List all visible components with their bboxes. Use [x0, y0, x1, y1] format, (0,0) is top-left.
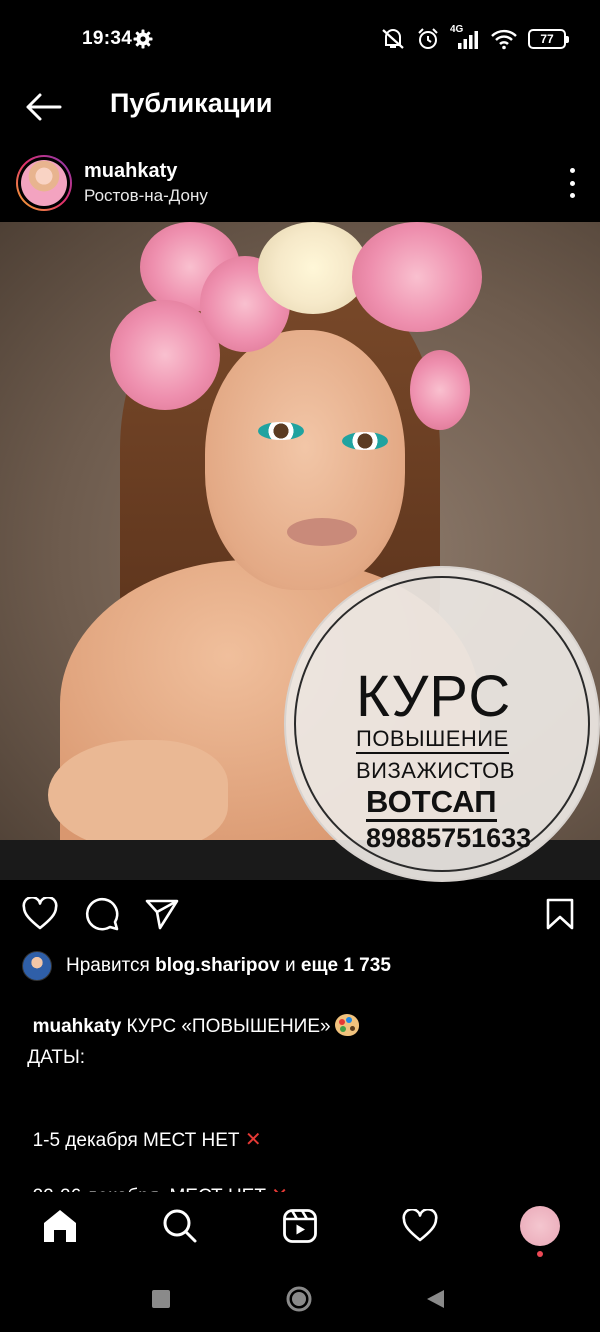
mute-vibrate-icon — [382, 29, 404, 49]
nav-search[interactable] — [158, 1204, 202, 1248]
likes-others[interactable]: еще 1 735 — [301, 955, 391, 977]
wifi-icon — [491, 29, 517, 50]
post-location[interactable]: Ростов-на-Дону — [84, 186, 208, 206]
comment-button[interactable] — [82, 894, 122, 934]
recents-button[interactable] — [146, 1284, 176, 1314]
photo-flower — [258, 222, 368, 314]
circle-icon — [286, 1286, 312, 1312]
author-avatar[interactable] — [16, 155, 72, 211]
heart-icon — [22, 897, 58, 930]
photo-flower — [410, 350, 470, 430]
caption-author[interactable]: muahkaty — [33, 1016, 122, 1037]
comment-icon — [85, 897, 119, 931]
battery-icon: 77 — [528, 29, 569, 49]
share-button[interactable] — [142, 894, 182, 934]
reels-icon — [283, 1209, 317, 1243]
photo-lips — [287, 518, 357, 546]
promo-line-3: ВОТСАП — [366, 785, 497, 822]
nav-profile[interactable] — [518, 1204, 562, 1248]
more-options-button[interactable] — [566, 168, 578, 198]
more-dot-icon — [569, 193, 575, 198]
heart-icon — [402, 1209, 438, 1242]
photo-flower — [352, 222, 482, 332]
palette-emoji-icon — [334, 1014, 359, 1036]
search-icon — [163, 1209, 197, 1243]
battery-level: 77 — [540, 32, 554, 46]
status-bar: 19:34 4G 77 — [0, 0, 600, 78]
photo-eye-right — [342, 432, 388, 450]
cross-mark-icon: ✕ — [244, 1129, 262, 1151]
nav-activity[interactable] — [398, 1204, 442, 1248]
back-nav-button[interactable] — [420, 1284, 450, 1314]
promo-title: КУРС — [356, 664, 512, 729]
post-header: muahkaty Ростов-на-Дону — [0, 150, 600, 222]
profile-avatar — [520, 1206, 560, 1246]
signal-icon — [458, 31, 478, 49]
back-button[interactable] — [22, 86, 64, 128]
author-username[interactable]: muahkaty — [84, 160, 177, 183]
nav-home[interactable] — [38, 1204, 82, 1248]
liker-username[interactable]: blog.sharipov — [155, 955, 280, 977]
bookmark-icon — [546, 898, 574, 930]
caption-first-line: muahkaty КУРС «ПОВЫШЕНИЕ» — [22, 990, 359, 1039]
nav-reels[interactable] — [278, 1204, 322, 1248]
caption-date-line: 1-5 декабря МЕСТ НЕТ ✕ — [22, 1104, 262, 1153]
post-actions — [0, 880, 600, 946]
save-button[interactable] — [540, 894, 580, 934]
home-button[interactable] — [284, 1284, 314, 1314]
photo-face — [205, 330, 405, 590]
status-icons: 77 — [380, 26, 569, 52]
more-dot-icon — [569, 168, 575, 173]
promo-line-2: ВИЗАЖИСТОВ — [356, 758, 515, 783]
likes-joiner: и — [284, 955, 296, 976]
triangle-back-icon — [427, 1290, 444, 1308]
back-arrow-icon — [26, 93, 62, 121]
likes-prefix: Нравится — [66, 955, 150, 976]
send-icon — [145, 899, 179, 930]
page-title: Публикации — [110, 88, 273, 118]
caption-text: КУРС «ПОВЫШЕНИЕ» — [126, 1016, 331, 1037]
promo-phone: 89885751633 — [366, 823, 532, 853]
photo-hand — [48, 740, 228, 850]
likes-summary[interactable]: Нравится blog.sharipov и еще 1 735 — [22, 951, 391, 981]
alarm-icon — [418, 28, 438, 49]
caption-dates-label: ДАТЫ: — [22, 1047, 86, 1068]
notification-dot — [537, 1251, 543, 1257]
square-icon — [152, 1290, 170, 1308]
more-dot-icon — [569, 180, 575, 186]
photo-eye-left — [258, 422, 304, 440]
status-time: 19:34 — [82, 28, 133, 49]
home-icon — [44, 1210, 76, 1242]
like-button[interactable] — [20, 894, 60, 934]
liker-avatar — [22, 951, 52, 981]
top-app-bar: Публикации — [0, 78, 600, 148]
caption-date-1: 1-5 декабря МЕСТ НЕТ — [32, 1130, 240, 1151]
promo-line-1: ПОВЫШЕНИЕ — [356, 726, 509, 754]
system-navigation-bar — [0, 1262, 600, 1332]
settings-gear-icon — [133, 29, 153, 49]
bottom-navigation — [0, 1192, 600, 1262]
